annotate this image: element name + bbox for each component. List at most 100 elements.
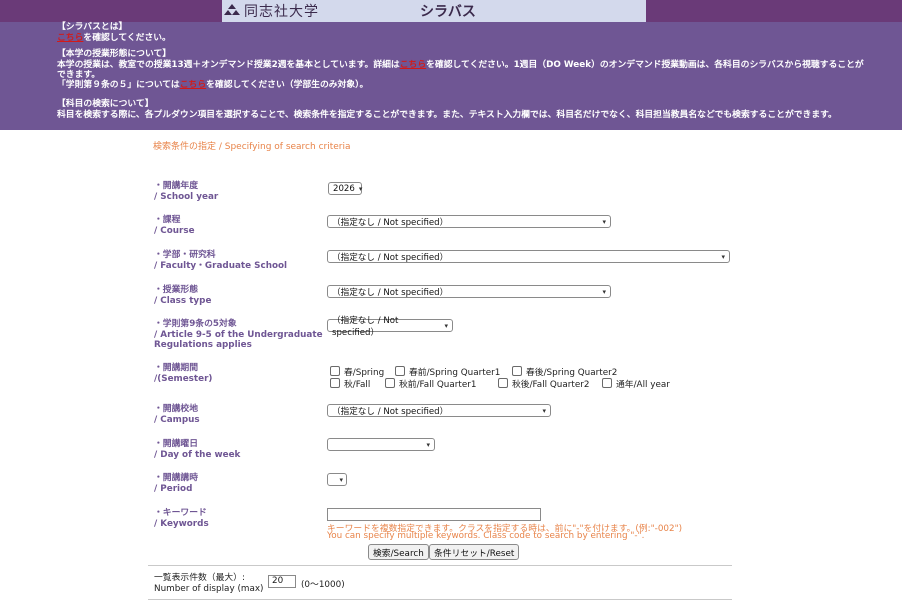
search-button[interactable]: 検索/Search: [368, 544, 429, 560]
chevron-down-icon: ▾: [602, 217, 606, 226]
select-value: 2026: [333, 183, 355, 194]
notice-heading: 【本学の授業形態について】: [57, 49, 172, 59]
chevron-down-icon: ▾: [426, 440, 430, 449]
label-en: / Campus: [154, 414, 200, 425]
label-jp: ・授業形態: [154, 285, 198, 295]
checkbox[interactable]: [512, 366, 522, 376]
campus-select[interactable]: （指定なし / Not specified） ▾: [327, 404, 551, 417]
label-jp: ・キーワード: [154, 508, 207, 518]
label-jp: 一覧表示件数（最大）:: [154, 573, 245, 583]
university-crest-icon: [224, 4, 240, 15]
chevron-down-icon: ▾: [444, 321, 448, 330]
site-header: 同志社大学 シラバス: [222, 0, 646, 22]
class-format-link[interactable]: こちら: [400, 60, 426, 70]
faculty-label: ・学部・研究科 / Faculty・Graduate School: [154, 250, 287, 271]
notice-panel: 【シラバスとは】 こちらを確認してください。 【本学の授業形態について】 本学の…: [0, 22, 902, 130]
notice-article: 「学則第９条の５」についてはこちらを確認してください（学部生のみ対象）。: [57, 80, 869, 91]
notice-class-format: 【本学の授業形態について】 本学の授業は、教室での授業13週＋オンデマンド授業2…: [57, 49, 869, 81]
notice-text: を確認してください（学部生のみ対象）。: [206, 80, 369, 90]
university-name: 同志社大学: [244, 4, 319, 20]
label-jp: ・開講年度: [154, 181, 198, 191]
course-select[interactable]: （指定なし / Not specified） ▾: [327, 215, 611, 228]
period-label: ・開講講時 / Period: [154, 473, 198, 494]
course-label: ・課程 / Course: [154, 215, 195, 236]
school-year-label: ・開講年度 / School year: [154, 181, 218, 202]
chevron-down-icon: ▾: [602, 287, 606, 296]
label-jp: ・開講校地: [154, 404, 198, 414]
semester-label: ・開講期間 /(Semester): [154, 363, 212, 384]
notice-text: 本学の授業は、教室での授業13週＋オンデマンド授業2週を基本としています。詳細は: [57, 59, 400, 70]
select-value: （指定なし / Not specified）: [332, 252, 449, 263]
label-en: / Period: [154, 483, 193, 494]
notice-text: 科目を検索する際に、各プルダウン項目を選択することで、検索条件を指定することがで…: [57, 109, 837, 120]
label-jp: ・課程: [154, 215, 181, 225]
campus-label: ・開講校地 / Campus: [154, 404, 200, 425]
option-label: 秋前/Fall Quarter1: [399, 380, 477, 390]
label-en: / Class type: [154, 295, 212, 306]
semester-option-fall-q2[interactable]: 秋後/Fall Quarter2: [498, 377, 589, 390]
chevron-down-icon: ▾: [721, 252, 725, 261]
notice-search: 【科目の検索について】 科目を検索する際に、各プルダウン項目を選択することで、検…: [57, 99, 869, 120]
faculty-select[interactable]: （指定なし / Not specified） ▾: [327, 250, 730, 263]
period-select[interactable]: ▾: [327, 473, 347, 486]
label-jp: ・学部・研究科: [154, 250, 216, 260]
notice-text: 「学則第９条の５」については: [57, 80, 180, 90]
checkbox[interactable]: [498, 378, 508, 388]
divider: [148, 599, 732, 600]
article95-select[interactable]: （指定なし / Not specified） ▾: [327, 316, 453, 338]
notice-heading: 【科目の検索について】: [57, 99, 154, 109]
label-jp: ・開講曜日: [154, 439, 198, 449]
day-select[interactable]: ▾: [327, 438, 435, 451]
label-en: /(Semester): [154, 373, 213, 384]
school-year-select[interactable]: 2026 ▾: [328, 182, 362, 195]
class-type-label: ・授業形態 / Class type: [154, 285, 211, 306]
label-jp: ・学則第9条の5対象: [154, 319, 237, 329]
label-en: / Keywords: [154, 518, 209, 529]
keywords-input[interactable]: [327, 508, 541, 521]
option-label: 秋後/Fall Quarter2: [512, 380, 590, 390]
semester-option-fall[interactable]: 秋/Fall: [330, 377, 370, 390]
label-en: / Day of the week: [154, 449, 241, 460]
label-en: / Faculty・Graduate School: [154, 260, 288, 271]
label-en: Number of display (max): [154, 583, 264, 594]
display-count-range: (0〜1000): [301, 580, 345, 590]
select-value: （指定なし / Not specified）: [332, 315, 399, 338]
checkbox[interactable]: [330, 378, 340, 388]
label-en: / Course: [154, 225, 195, 236]
chevron-down-icon: ▾: [542, 406, 546, 415]
section-title: 検索条件の指定 / Specifying of search criteria: [153, 142, 351, 152]
label-en: Regulations applies: [154, 340, 252, 350]
chevron-down-icon: ▾: [339, 475, 343, 484]
divider: [148, 565, 732, 566]
site-title: シラバス: [420, 4, 476, 20]
chevron-down-icon: ▾: [358, 184, 363, 193]
option-label: 通年/All year: [616, 380, 670, 390]
article95-label: ・学則第9条の5対象 / Article 9-5 of the Undergra…: [154, 319, 323, 351]
option-label: 秋/Fall: [344, 380, 371, 390]
checkbox[interactable]: [385, 378, 395, 388]
display-count-input[interactable]: 20: [268, 575, 296, 588]
notice-heading: 【シラバスとは】: [57, 22, 128, 32]
semester-option-all-year[interactable]: 通年/All year: [602, 377, 670, 390]
label-en: / School year: [154, 191, 219, 202]
keywords-label: ・キーワード / Keywords: [154, 508, 209, 529]
label-en: / Article 9-5 of the Undergraduate: [154, 329, 323, 340]
select-value: （指定なし / Not specified）: [332, 287, 449, 298]
select-value: （指定なし / Not specified）: [332, 217, 449, 228]
checkbox[interactable]: [330, 366, 340, 376]
label-jp: ・開講講時: [154, 473, 198, 483]
notice-syllabus: 【シラバスとは】 こちらを確認してください。: [57, 22, 869, 43]
checkbox[interactable]: [395, 366, 405, 376]
reset-button[interactable]: 条件リセット/Reset: [429, 544, 520, 560]
notice-text: を確認してください。: [83, 32, 171, 43]
class-type-select[interactable]: （指定なし / Not specified） ▾: [327, 285, 611, 298]
keywords-hint-en: You can specify multiple keywords. Class…: [327, 531, 645, 541]
display-count-label: 一覧表示件数（最大）: Number of display (max): [154, 573, 263, 594]
semester-option-fall-q1[interactable]: 秋前/Fall Quarter1: [385, 377, 476, 390]
article-link[interactable]: こちら: [180, 80, 206, 90]
label-jp: ・開講期間: [154, 363, 198, 373]
day-label: ・開講曜日 / Day of the week: [154, 439, 240, 460]
checkbox[interactable]: [602, 378, 612, 388]
select-value: （指定なし / Not specified）: [332, 406, 449, 417]
syllabus-link[interactable]: こちら: [57, 33, 83, 43]
